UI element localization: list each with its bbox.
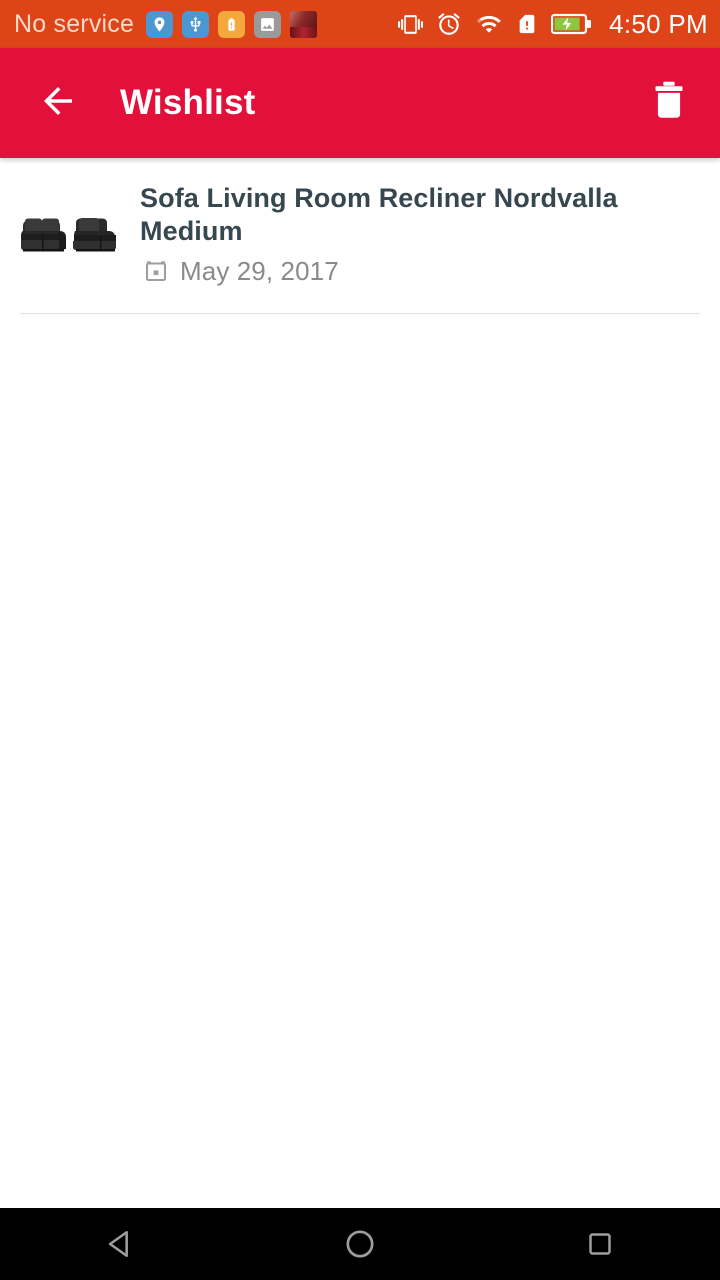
android-navigation-bar	[0, 1208, 720, 1280]
back-button[interactable]	[34, 79, 82, 127]
product-thumbnail	[20, 206, 120, 262]
clock-label: 4:50 PM	[609, 8, 708, 39]
arrow-back-icon	[37, 80, 79, 127]
wishlist-content: Sofa Living Room Recliner Nordvalla Medi…	[0, 158, 720, 1208]
wifi-icon	[475, 11, 503, 37]
nav-recents-button[interactable]	[480, 1208, 720, 1280]
calendar-icon	[144, 259, 168, 283]
product-date: May 29, 2017	[180, 255, 339, 286]
delete-all-button[interactable]	[644, 76, 694, 130]
circle-home-icon	[343, 1227, 377, 1261]
wishlist-list: Sofa Living Room Recliner Nordvalla Medi…	[0, 158, 720, 314]
battery-saver-icon	[218, 10, 246, 38]
location-pin-icon	[146, 10, 174, 38]
carrier-label: No service	[14, 9, 135, 38]
product-details: Sofa Living Room Recliner Nordvalla Medi…	[140, 180, 700, 287]
wishlist-row[interactable]: Sofa Living Room Recliner Nordvalla Medi…	[0, 158, 720, 287]
product-title: Sofa Living Room Recliner Nordvalla Medi…	[140, 183, 618, 246]
triangle-back-icon	[104, 1228, 136, 1260]
notification-icons	[146, 10, 318, 38]
delete-trash-icon	[651, 80, 687, 127]
product-date-row: May 29, 2017	[140, 256, 700, 287]
nav-home-button[interactable]	[240, 1208, 480, 1280]
status-bar: No service 4:50 PM	[0, 0, 720, 48]
page-title: Wishlist	[120, 83, 256, 122]
nav-back-button[interactable]	[0, 1208, 240, 1280]
app-bar: Wishlist	[0, 48, 720, 158]
phone-screen: No service 4:50 PM Wishlist Sofa Living …	[0, 0, 720, 1280]
alarm-clock-icon	[436, 11, 462, 37]
image-icon	[254, 10, 282, 38]
battery-charging-icon	[551, 12, 593, 36]
list-item[interactable]: Sofa Living Room Recliner Nordvalla Medi…	[0, 158, 720, 314]
sim-card-alert-icon	[516, 11, 538, 37]
usb-icon	[182, 10, 210, 38]
photo-thumbnail-icon	[290, 10, 318, 38]
vibrate-icon	[398, 12, 424, 37]
system-status-icons: 4:50 PM	[398, 9, 708, 40]
square-recents-icon	[585, 1229, 615, 1259]
row-divider	[20, 312, 700, 314]
